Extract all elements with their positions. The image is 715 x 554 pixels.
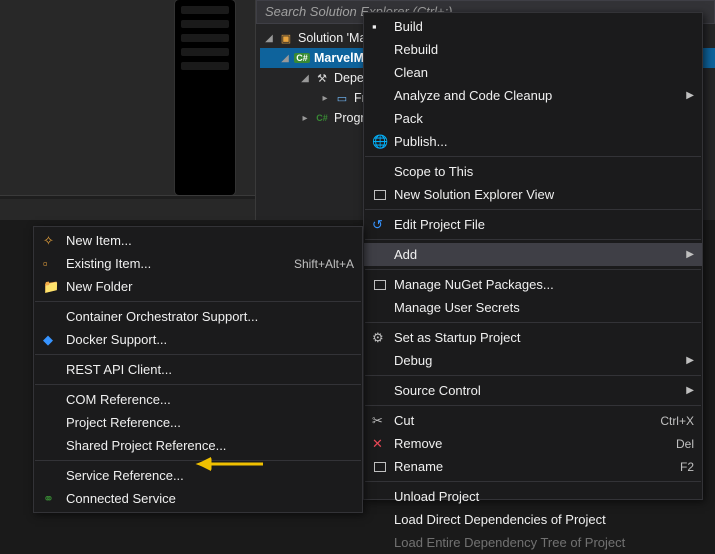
menu-separator: [365, 375, 701, 376]
menu-separator: [365, 239, 701, 240]
menu-clean[interactable]: Clean: [364, 61, 702, 84]
submenu-rest-api[interactable]: REST API Client...: [34, 358, 362, 381]
shortcut: Del: [668, 437, 694, 451]
rename-icon: [374, 462, 386, 472]
submenu-service-reference[interactable]: Service Reference...: [34, 464, 362, 487]
window-icon: [374, 190, 386, 200]
menu-separator: [365, 322, 701, 323]
submenu-new-item[interactable]: ✧ New Item...: [34, 229, 362, 252]
submenu-docker[interactable]: ◆ Docker Support...: [34, 328, 362, 351]
menu-separator: [365, 269, 701, 270]
shortcut: Ctrl+X: [652, 414, 694, 428]
project-label: MarvelM: [314, 51, 364, 65]
submenu-arrow-icon: ▶: [682, 385, 694, 396]
expand-icon[interactable]: ▸: [300, 113, 310, 124]
cut-icon: ✂: [372, 413, 388, 429]
expand-icon[interactable]: ◢: [280, 53, 290, 64]
project-context-menu: ▪ Build Rebuild Clean Analyze and Code C…: [363, 12, 703, 500]
submenu-new-folder[interactable]: 📁 New Folder: [34, 275, 362, 298]
designer-preview: [0, 0, 255, 220]
dependencies-icon: ⚒: [314, 70, 330, 86]
menu-separator: [365, 405, 701, 406]
menu-publish[interactable]: 🌐 Publish...: [364, 130, 702, 153]
menu-build[interactable]: ▪ Build: [364, 15, 702, 38]
submenu-arrow-icon: ▶: [682, 90, 694, 101]
connected-service-icon: ⚭: [43, 491, 59, 507]
menu-load-direct-deps[interactable]: Load Direct Dependencies of Project: [364, 508, 702, 531]
new-folder-icon: 📁: [43, 279, 59, 295]
menu-load-dep-tree[interactable]: Load Entire Dependency Tree of Project: [364, 531, 702, 554]
edit-icon: ↺: [372, 217, 388, 233]
menu-startup[interactable]: ⚙ Set as Startup Project: [364, 326, 702, 349]
csharp-file-icon: C#: [314, 110, 330, 126]
submenu-arrow-icon: ▶: [682, 249, 694, 260]
menu-unload[interactable]: Unload Project: [364, 485, 702, 508]
submenu-com-reference[interactable]: COM Reference...: [34, 388, 362, 411]
build-icon: ▪: [372, 19, 388, 35]
frameworks-icon: ▭: [334, 90, 350, 106]
menu-separator: [35, 384, 361, 385]
gear-icon: ⚙: [372, 330, 388, 346]
menu-pack[interactable]: Pack: [364, 107, 702, 130]
solution-icon: ▣: [278, 30, 294, 46]
menu-analyze[interactable]: Analyze and Code Cleanup ▶: [364, 84, 702, 107]
menu-cut[interactable]: ✂ Cut Ctrl+X: [364, 409, 702, 432]
shortcut: Shift+Alt+A: [286, 257, 354, 271]
menu-scope[interactable]: Scope to This: [364, 160, 702, 183]
menu-nuget[interactable]: Manage NuGet Packages...: [364, 273, 702, 296]
submenu-connected-service[interactable]: ⚭ Connected Service: [34, 487, 362, 510]
docker-icon: ◆: [43, 332, 59, 348]
csharp-project-icon: C#: [294, 50, 310, 66]
menu-add[interactable]: Add ▶: [364, 243, 702, 266]
expand-icon[interactable]: ◢: [264, 33, 274, 44]
submenu-shared-project-reference[interactable]: Shared Project Reference...: [34, 434, 362, 457]
expand-icon[interactable]: ◢: [300, 73, 310, 84]
menu-separator: [365, 209, 701, 210]
menu-separator: [35, 301, 361, 302]
submenu-project-reference[interactable]: Project Reference...: [34, 411, 362, 434]
menu-new-view[interactable]: New Solution Explorer View: [364, 183, 702, 206]
solution-label: Solution 'Ma: [298, 31, 366, 45]
menu-debug[interactable]: Debug ▶: [364, 349, 702, 372]
menu-remove[interactable]: ✕ Remove Del: [364, 432, 702, 455]
nuget-icon: [374, 280, 386, 290]
menu-rename[interactable]: Rename F2: [364, 455, 702, 478]
menu-source-control[interactable]: Source Control ▶: [364, 379, 702, 402]
menu-separator: [365, 156, 701, 157]
menu-rebuild[interactable]: Rebuild: [364, 38, 702, 61]
menu-separator: [365, 481, 701, 482]
menu-secrets[interactable]: Manage User Secrets: [364, 296, 702, 319]
submenu-arrow-icon: ▶: [682, 355, 694, 366]
existing-item-icon: ▫: [43, 256, 59, 272]
add-submenu: ✧ New Item... ▫ Existing Item... Shift+A…: [33, 226, 363, 513]
shortcut: F2: [672, 460, 694, 474]
menu-separator: [35, 460, 361, 461]
phone-mockup: [175, 0, 235, 195]
submenu-existing-item[interactable]: ▫ Existing Item... Shift+Alt+A: [34, 252, 362, 275]
publish-icon: 🌐: [372, 134, 388, 150]
submenu-container-orchestrator[interactable]: Container Orchestrator Support...: [34, 305, 362, 328]
remove-icon: ✕: [372, 436, 388, 452]
menu-separator: [35, 354, 361, 355]
new-item-icon: ✧: [43, 233, 59, 249]
expand-icon[interactable]: ▸: [320, 93, 330, 104]
menu-edit-project[interactable]: ↺ Edit Project File: [364, 213, 702, 236]
